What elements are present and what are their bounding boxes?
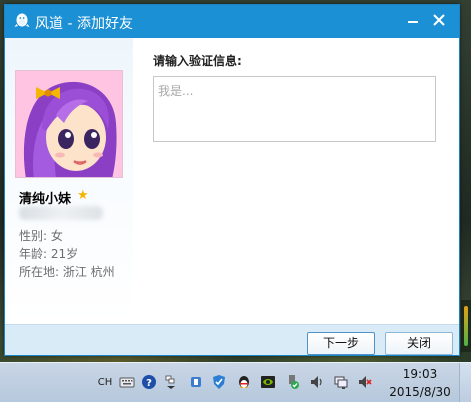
profile-location: 所在地: 浙江 杭州	[19, 265, 115, 279]
help-icon[interactable]: ?	[141, 374, 157, 390]
next-button[interactable]: 下一步	[307, 332, 375, 355]
window-title: 风道 - 添加好友	[35, 16, 133, 32]
background-edge	[461, 300, 471, 352]
avatar[interactable]	[15, 70, 123, 178]
svg-text:?: ?	[146, 378, 152, 389]
speaker-muted-icon[interactable]	[357, 374, 373, 390]
verify-label: 请输入验证信息:	[153, 54, 242, 68]
qq-penguin-icon[interactable]	[236, 374, 252, 390]
blurred-account-id	[19, 206, 103, 220]
options-arrow-icon[interactable]	[163, 374, 179, 390]
profile-panel: 清纯小妹 ★ 性别: 女 年龄: 21岁 所在地: 浙江 杭州	[5, 38, 133, 324]
clock-time[interactable]: 19:03	[400, 367, 440, 381]
nvidia-icon[interactable]	[260, 374, 276, 390]
taskbar: CH ? 19:03 2015/8/30	[0, 362, 471, 402]
title-bar[interactable]: 风道 - 添加好友	[5, 5, 459, 38]
minimize-icon	[408, 21, 418, 23]
clock-date[interactable]: 2015/8/30	[388, 385, 452, 399]
avatar-image	[16, 71, 122, 177]
close-icon	[433, 14, 445, 26]
network-icon[interactable]	[333, 374, 349, 390]
show-desktop-button[interactable]	[459, 363, 471, 402]
verify-message-input[interactable]	[153, 76, 436, 142]
close-window-button[interactable]	[429, 11, 449, 31]
keyboard-icon[interactable]	[119, 374, 135, 390]
minimize-button[interactable]	[403, 11, 423, 31]
volume-icon[interactable]	[309, 374, 325, 390]
security-shield-icon[interactable]	[211, 374, 227, 390]
safe-remove-icon[interactable]	[285, 374, 301, 390]
dialog-button-bar: 下一步 关闭	[5, 324, 459, 355]
profile-gender: 性别: 女	[19, 229, 63, 243]
app-logo-icon	[14, 13, 30, 27]
usb-device-icon[interactable]	[188, 374, 204, 390]
input-method-indicator[interactable]: CH	[96, 375, 114, 391]
friend-nickname: 清纯小妹	[19, 192, 72, 207]
star-icon: ★	[77, 188, 89, 203]
profile-age: 年龄: 21岁	[19, 247, 79, 261]
close-button[interactable]: 关闭	[385, 332, 453, 355]
add-friend-dialog: 风道 - 添加好友 清纯小妹 ★ 性别: 女 年龄: 21岁 所在地: 浙江 杭…	[4, 4, 460, 356]
